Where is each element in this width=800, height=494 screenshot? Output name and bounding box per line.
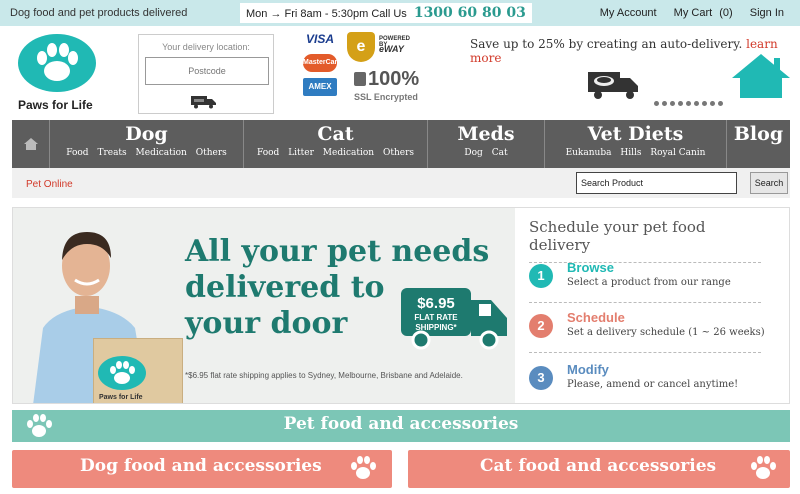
- nav-vet-royal-canin[interactable]: Royal Canin: [650, 148, 705, 158]
- ssl-percent: 100%: [368, 68, 420, 90]
- schedule-panel: Schedule your pet food delivery 1 Browse…: [515, 208, 789, 403]
- amex-logo: AMEX: [303, 78, 337, 96]
- nav-meds[interactable]: Meds Dog Cat: [428, 120, 545, 168]
- step-3-desc: Please, amend or cancel anytime!: [567, 379, 739, 390]
- eway-name: eWAY: [379, 44, 404, 54]
- step-2-heading: Schedule: [567, 310, 625, 325]
- nav-vet-hills[interactable]: Hills: [620, 148, 641, 158]
- delivery-label: Your delivery location:: [162, 42, 250, 52]
- step-1-desc: Select a product from our range: [567, 277, 731, 288]
- paw-icon: [98, 356, 146, 390]
- schedule-title: Schedule your pet food delivery: [529, 218, 761, 263]
- eway-badge: e POWERED BY eWAY: [347, 32, 417, 62]
- headline-line-1: All your pet needs: [185, 234, 490, 269]
- contact-hours: Mon → Fri 8am - 5:30pm Call Us 1300 60 8…: [240, 3, 532, 23]
- cart-count: (0): [719, 7, 733, 19]
- route-dots: [654, 93, 726, 111]
- nav-meds-title[interactable]: Meds: [428, 123, 544, 145]
- step-3-badge: 3: [529, 366, 553, 390]
- step-1-heading: Browse: [567, 260, 614, 275]
- truck-shipping: SHIPPING*: [415, 323, 457, 332]
- nav-dog[interactable]: Dog Food Treats Medication Others: [50, 120, 244, 168]
- payment-cards: VISA MasterCard AMEX: [303, 30, 342, 102]
- flat-rate-truck-icon: $6.95 FLAT RATE SHIPPING*: [399, 286, 511, 357]
- search-input[interactable]: [576, 172, 737, 194]
- delivery-truck-icon: [588, 70, 640, 105]
- cat-food-button[interactable]: Cat food and accessories: [408, 450, 790, 488]
- truck-icon: [191, 95, 217, 114]
- tagline: Dog food and pet products delivered: [10, 7, 188, 19]
- hours-text: Mon → Fri 8am - 5:30pm Call Us: [246, 8, 407, 20]
- my-account-link[interactable]: My Account: [600, 7, 657, 19]
- nav-dog-medication[interactable]: Medication: [136, 148, 187, 158]
- phone-number[interactable]: 1300 60 80 03: [414, 5, 526, 21]
- main-nav: Dog Food Treats Medication Others Cat Fo…: [12, 120, 790, 168]
- mastercard-logo: MasterCard: [303, 54, 342, 72]
- sign-in-link[interactable]: Sign In: [750, 7, 784, 19]
- nav-blog-title[interactable]: Blog: [727, 123, 790, 145]
- nav-cat-others[interactable]: Others: [383, 148, 414, 158]
- top-bar: Dog food and pet products delivered Mon …: [0, 0, 800, 26]
- promo-text: Save up to 25% by creating an auto-deliv…: [470, 37, 743, 51]
- search-button[interactable]: Search: [750, 172, 788, 194]
- home-icon[interactable]: [12, 120, 50, 168]
- logo[interactable]: Paws for Life: [18, 34, 98, 112]
- nav-vet-diets[interactable]: Vet Diets Eukanuba Hills Royal Canin: [545, 120, 727, 168]
- shipping-footnote: *$6.95 flat rate shipping applies to Syd…: [185, 371, 463, 380]
- paw-icon: [18, 34, 96, 92]
- nav-cat-title[interactable]: Cat: [244, 123, 427, 145]
- eway-shield-icon: e: [347, 32, 375, 62]
- pet-online-link[interactable]: Pet Online: [26, 179, 73, 190]
- lock-icon: [354, 72, 366, 86]
- nav-dog-others[interactable]: Others: [196, 148, 227, 158]
- nav-cat[interactable]: Cat Food Litter Medication Others: [244, 120, 428, 168]
- pet-food-section[interactable]: Pet food and accessories: [12, 410, 790, 442]
- dog-food-button[interactable]: Dog food and accessories: [12, 450, 392, 488]
- ssl-text: SSL Encrypted: [354, 92, 418, 102]
- account-links: My Account My Cart (0) Sign In: [586, 7, 784, 19]
- step-3-heading: Modify: [567, 362, 609, 377]
- my-cart-link[interactable]: My Cart (0): [674, 7, 733, 19]
- nav-dog-title[interactable]: Dog: [50, 123, 243, 145]
- nav-blog[interactable]: Blog: [727, 120, 790, 168]
- nav-meds-cat[interactable]: Cat: [492, 148, 508, 158]
- brand-name: Paws for Life: [18, 98, 93, 112]
- step-2-desc: Set a delivery schedule (1 ~ 26 weeks): [567, 327, 765, 338]
- postcode-input[interactable]: [145, 57, 269, 85]
- truck-flat-rate: FLAT RATE: [414, 313, 458, 322]
- nav-vet-eukanuba[interactable]: Eukanuba: [566, 148, 612, 158]
- nav-vet-diets-title[interactable]: Vet Diets: [545, 123, 726, 145]
- dog-food-label: Dog food and accessories: [80, 456, 322, 476]
- nav-cat-food[interactable]: Food: [257, 148, 279, 158]
- my-cart-label: My Cart: [673, 7, 713, 19]
- search-bar: Pet Online Search: [12, 168, 790, 198]
- box-brand-name: Paws for Life: [99, 394, 143, 401]
- paw-icon: [346, 455, 380, 486]
- truck-price: $6.95: [417, 295, 455, 312]
- paw-icon: [746, 455, 780, 486]
- visa-logo: VISA: [303, 30, 337, 48]
- house-icon: [730, 52, 792, 105]
- nav-cat-litter[interactable]: Litter: [288, 148, 314, 158]
- step-1-badge: 1: [529, 264, 553, 288]
- nav-meds-dog[interactable]: Dog: [464, 148, 482, 158]
- nav-dog-food[interactable]: Food: [66, 148, 88, 158]
- nav-cat-medication[interactable]: Medication: [323, 148, 374, 158]
- delivery-location: Your delivery location:: [138, 34, 274, 114]
- step-2-badge: 2: [529, 314, 553, 338]
- pet-food-label: Pet food and accessories: [283, 414, 519, 434]
- hero-banner[interactable]: Paws for Life All your pet needs deliver…: [12, 207, 790, 404]
- cat-food-label: Cat food and accessories: [480, 456, 717, 476]
- nav-dog-treats[interactable]: Treats: [97, 148, 126, 158]
